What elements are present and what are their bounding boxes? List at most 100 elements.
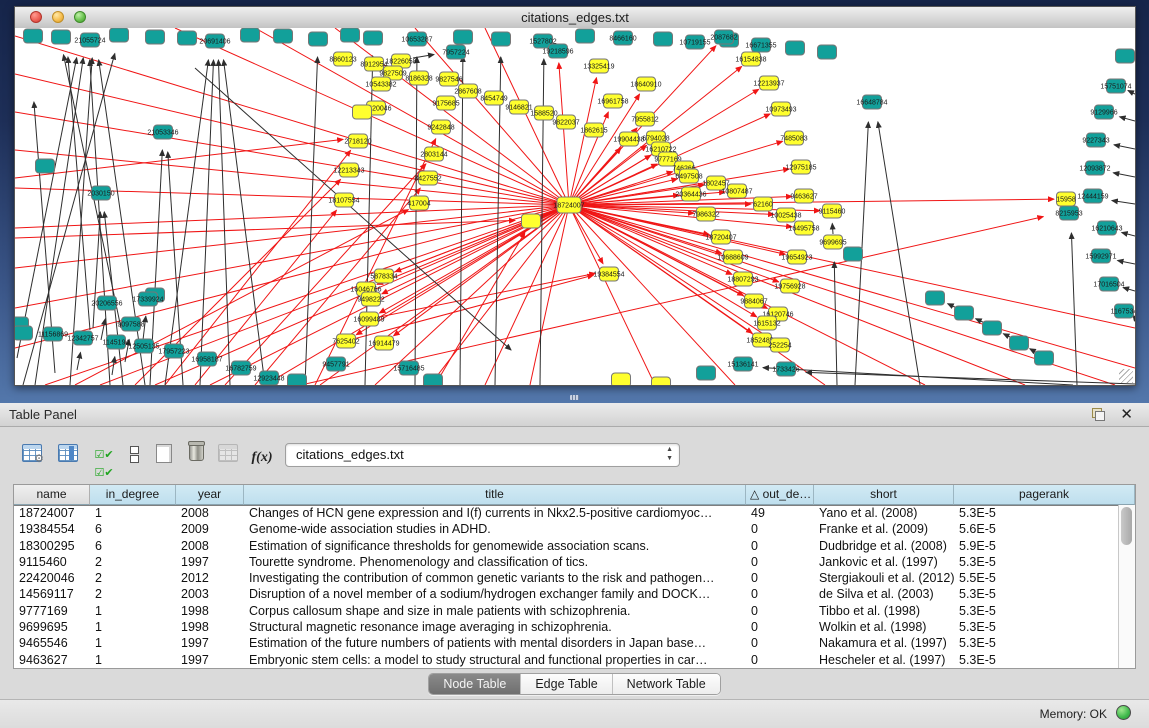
graph-node-teal[interactable]: [1010, 336, 1029, 350]
citation-edge-red[interactable]: [569, 205, 1115, 385]
tab-network-table[interactable]: Network Table: [613, 674, 720, 694]
column-header-title[interactable]: title: [244, 485, 746, 505]
graph-node-teal[interactable]: [36, 159, 55, 173]
table-selector-dropdown[interactable]: citations_edges.txt ▲▼: [285, 443, 680, 467]
dropdown-stepper-icon[interactable]: ▲▼: [666, 445, 673, 463]
graph-node-yellow[interactable]: [652, 377, 671, 385]
citation-edge-red[interactable]: [369, 273, 595, 319]
tab-edge-table[interactable]: Edge Table: [521, 674, 612, 694]
table-row[interactable]: 1872400712008Changes of HCN gene express…: [14, 505, 1119, 521]
citation-edge-black[interactable]: [305, 57, 318, 385]
graph-node-teal[interactable]: [983, 321, 1002, 335]
citation-edge-black[interactable]: [93, 212, 100, 328]
citation-edge-red[interactable]: [255, 188, 420, 385]
graph-node-teal[interactable]: [274, 29, 293, 43]
graph-node-teal[interactable]: [654, 32, 673, 46]
graph-node-teal[interactable]: [15, 326, 33, 340]
table-row[interactable]: 911546021997Tourette syndrome. Phenomeno…: [14, 554, 1119, 570]
graph-node-teal[interactable]: [110, 28, 129, 42]
select-columns-icon[interactable]: ☑✔☑✔: [91, 445, 117, 473]
graph-node-teal[interactable]: [1035, 351, 1054, 365]
table-settings-icon[interactable]: ⚙: [19, 444, 45, 472]
graph-node-yellow[interactable]: [353, 105, 372, 119]
graph-node-teal[interactable]: [492, 32, 511, 46]
table-row[interactable]: 1830029562008Estimation of significance …: [14, 538, 1119, 554]
column-header-pagerank[interactable]: pagerank: [954, 485, 1135, 505]
network-canvas[interactable]: 2105572420691406106532871527802846616010…: [15, 28, 1135, 385]
citation-edge-red[interactable]: [15, 205, 569, 348]
network-window-titlebar[interactable]: citations_edges.txt: [15, 7, 1135, 29]
graph-node-teal[interactable]: [454, 30, 473, 44]
citation-edge-black[interactable]: [1122, 233, 1135, 237]
graph-node-teal[interactable]: [424, 374, 443, 385]
table-row[interactable]: 1938455462009Genome-wide association stu…: [14, 521, 1119, 537]
column-header-out_de[interactable]: △ out_de…: [746, 485, 814, 505]
citation-edge-red[interactable]: [15, 36, 569, 205]
citation-edge-black[interactable]: [1123, 288, 1135, 292]
table-row[interactable]: 2242004622012Investigating the contribut…: [14, 570, 1119, 586]
citation-edge-black[interactable]: [77, 353, 81, 371]
citation-edge-black[interactable]: [218, 60, 230, 385]
citation-edge-black[interactable]: [1128, 91, 1135, 95]
citation-edge-black[interactable]: [1118, 261, 1136, 265]
column-header-short[interactable]: short: [814, 485, 954, 505]
citation-edge-red[interactable]: [346, 275, 593, 341]
graph-node-teal[interactable]: [241, 28, 260, 42]
table-row[interactable]: 946362711997Embryonic stem cells: a mode…: [14, 652, 1119, 668]
resize-grip-icon[interactable]: [1119, 369, 1133, 383]
graph-node-teal[interactable]: [844, 247, 863, 261]
citation-edge-black[interactable]: [112, 357, 115, 375]
graph-node-teal[interactable]: [576, 29, 595, 43]
float-window-icon[interactable]: [1092, 408, 1105, 421]
table-row[interactable]: 977716911998Corpus callosum shape and si…: [14, 603, 1119, 619]
graph-node-teal[interactable]: [178, 31, 197, 45]
graph-node-yellow[interactable]: [522, 214, 541, 228]
citation-edge-red[interactable]: [569, 205, 1135, 368]
graph-node-teal[interactable]: [24, 29, 43, 43]
graph-node-teal[interactable]: [288, 374, 307, 385]
column-header-name[interactable]: name: [14, 485, 90, 505]
graph-node-teal[interactable]: [364, 31, 383, 45]
tab-node-table[interactable]: Node Table: [429, 674, 521, 694]
citation-edge-red[interactable]: [394, 205, 569, 336]
citation-edge-black[interactable]: [17, 58, 77, 358]
citation-edge-black[interactable]: [413, 55, 434, 59]
graph-node-teal[interactable]: [1116, 49, 1135, 63]
citation-edge-black[interactable]: [834, 262, 837, 385]
citation-edge-red[interactable]: [165, 150, 351, 385]
close-panel-icon[interactable]: ✕: [1120, 405, 1133, 423]
citation-edge-red[interactable]: [175, 28, 569, 205]
graph-node-teal[interactable]: [818, 45, 837, 59]
vertical-scrollbar[interactable]: [1118, 505, 1135, 668]
function-builder-icon[interactable]: f(x): [249, 448, 275, 476]
column-header-year[interactable]: year: [176, 485, 244, 505]
table-header-row[interactable]: namein_degreeyeartitle△ out_de…shortpage…: [14, 485, 1135, 506]
graph-node-teal[interactable]: [786, 41, 805, 55]
citation-edge-black[interactable]: [1112, 201, 1135, 205]
citation-edge-black[interactable]: [224, 60, 265, 385]
node-attribute-table[interactable]: namein_degreeyeartitle△ out_de…shortpage…: [13, 484, 1136, 669]
graph-node-teal[interactable]: [955, 306, 974, 320]
column-header-in_degree[interactable]: in_degree: [90, 485, 176, 505]
new-column-icon[interactable]: [151, 444, 177, 472]
table-row[interactable]: 946554611997Estimation of the future num…: [14, 635, 1119, 651]
graph-node-yellow[interactable]: [612, 373, 631, 385]
table-row[interactable]: 1456911722003Disruption of a novel membe…: [14, 586, 1119, 602]
citation-edge-black[interactable]: [1120, 117, 1135, 121]
citation-edge-red[interactable]: [559, 63, 569, 205]
citation-edge-black[interactable]: [1113, 173, 1135, 177]
table-row[interactable]: 969969511998Structural magnetic resonanc…: [14, 619, 1119, 635]
citation-edge-black[interactable]: [460, 56, 463, 385]
citation-edge-black[interactable]: [415, 57, 417, 385]
citation-edge-red[interactable]: [530, 205, 569, 385]
graph-node-teal[interactable]: [697, 366, 716, 380]
graph-node-teal[interactable]: [52, 30, 71, 44]
citation-edge-black[interactable]: [1114, 145, 1135, 149]
graph-node-teal[interactable]: [926, 291, 945, 305]
citation-edge-black[interactable]: [878, 122, 920, 385]
splitter-handle-icon[interactable]: [570, 395, 579, 400]
citation-edge-black[interactable]: [1071, 233, 1077, 385]
network-view-window[interactable]: citations_edges.txt 21055724206914061065…: [14, 6, 1136, 386]
citation-edge-black[interactable]: [101, 319, 105, 340]
citation-edge-red[interactable]: [569, 205, 774, 214]
